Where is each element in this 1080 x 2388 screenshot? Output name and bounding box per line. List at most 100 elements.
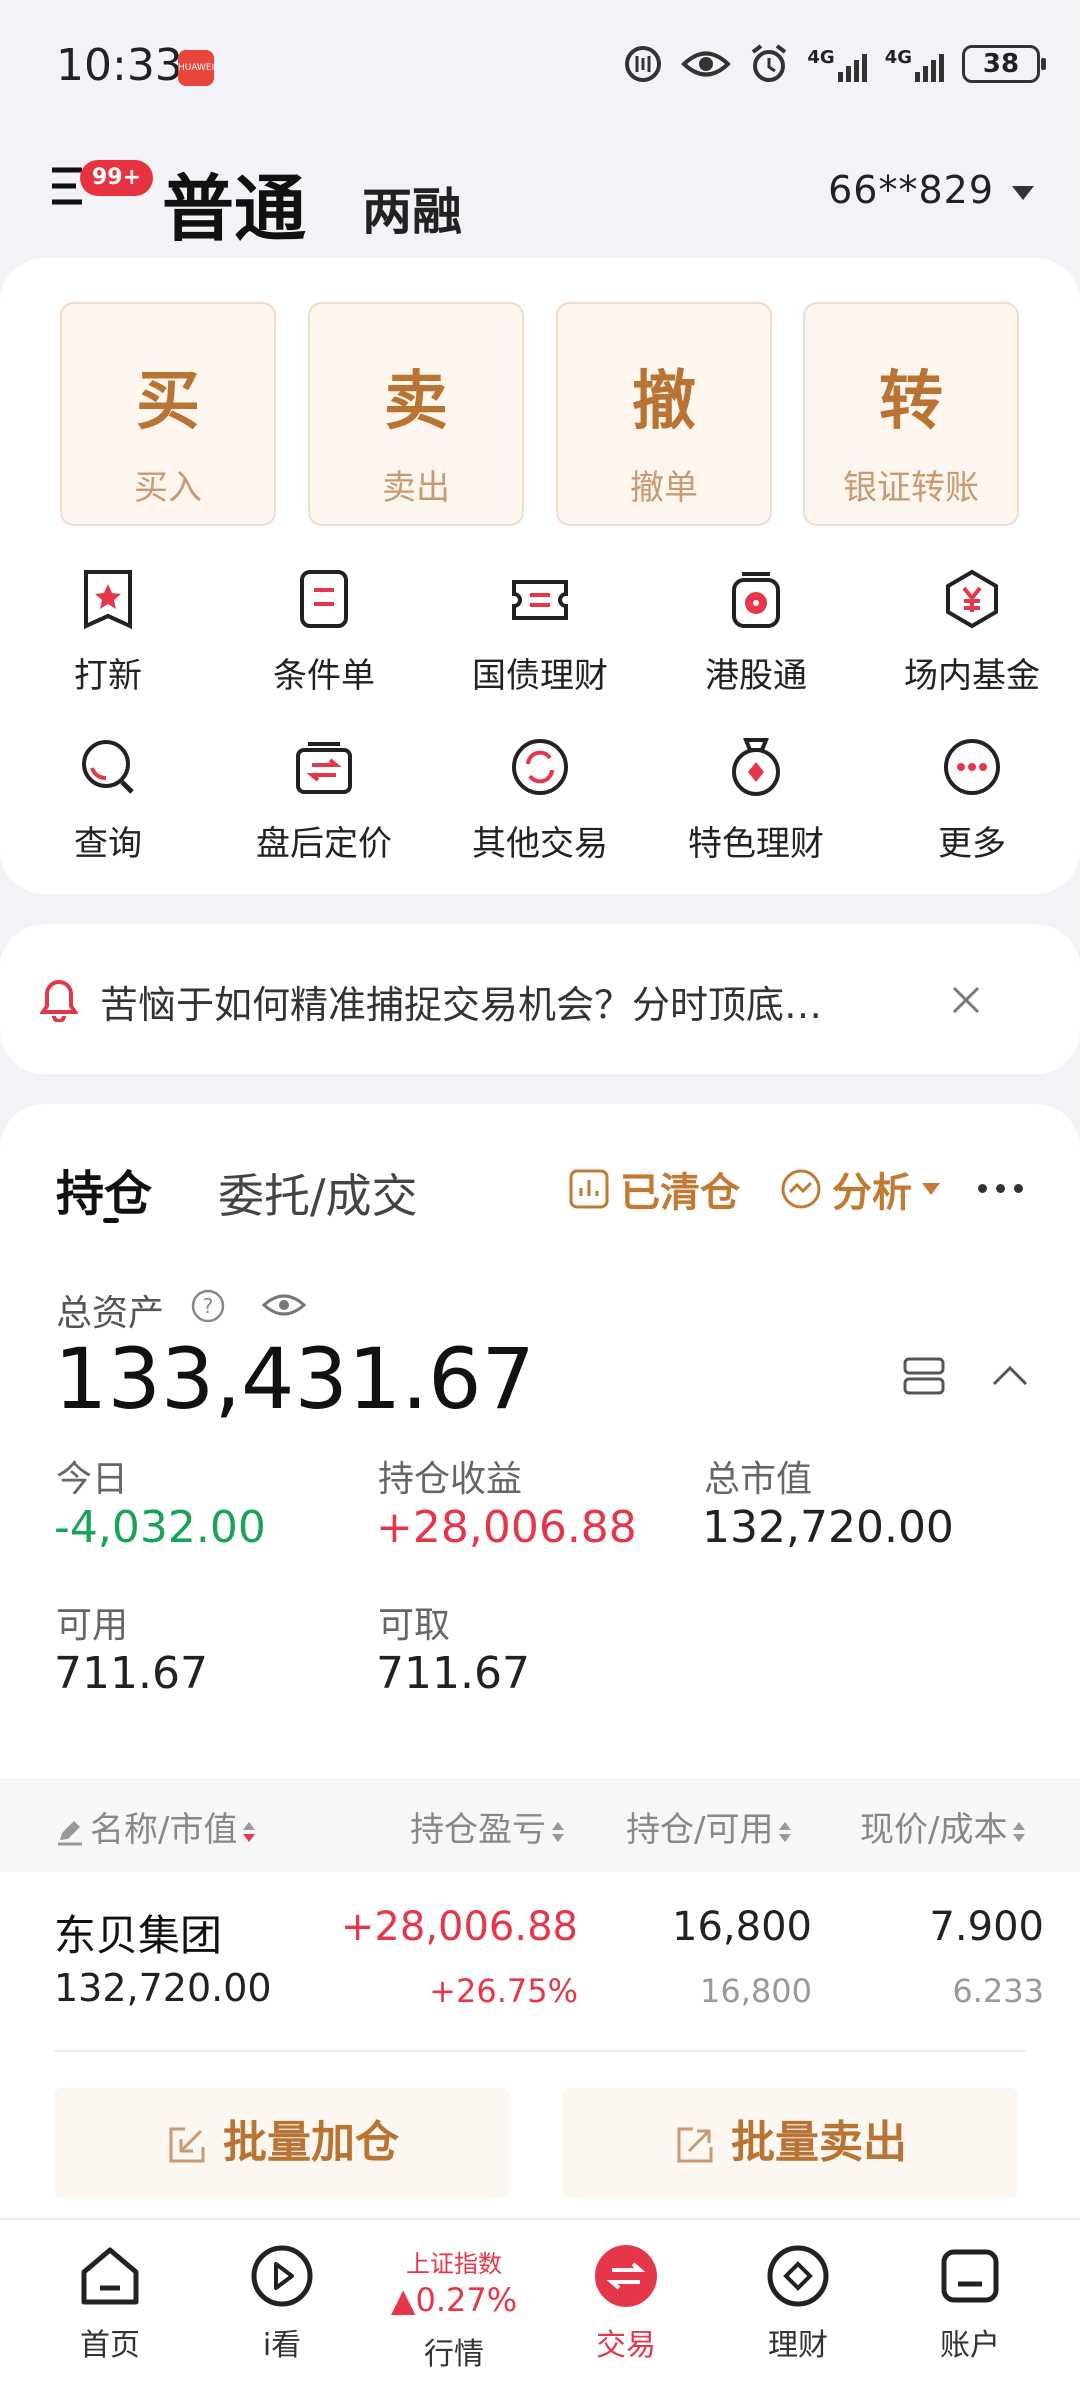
stock-pnl: +28,006.88: [340, 1904, 578, 1950]
grid-label: 国债理财: [472, 656, 608, 696]
refresh-circle-icon: [512, 739, 568, 795]
tab-orders-trades[interactable]: 委托/成交: [218, 1160, 418, 1226]
grid-label: 场内基金: [904, 656, 1040, 696]
grid-label: 更多: [938, 824, 1006, 864]
today-pnl-value: -4,032.00: [54, 1502, 266, 1553]
cancel-main-label: 撤: [632, 365, 696, 439]
grid-label: 其他交易: [472, 824, 608, 864]
buy-button[interactable]: 买买入: [60, 302, 276, 526]
nav-label: 账户: [940, 2328, 1000, 2363]
grid-condition-order[interactable]: 条件单: [224, 568, 424, 697]
th-price-cost[interactable]: 现价/成本: [860, 1802, 1026, 1851]
buy-main-label: 买: [136, 365, 200, 439]
stock-pnl-pct: +26.75%: [429, 1972, 578, 2010]
alarm-icon: [752, 44, 787, 82]
batch-sell-label: 批量卖出: [731, 2117, 907, 2168]
grid-hk-connect[interactable]: 港股通: [656, 568, 856, 697]
sort-icon: [243, 1821, 256, 1842]
nav-home[interactable]: 首页: [30, 2244, 190, 2364]
cancel-sub-label: 撤单: [630, 468, 698, 508]
chevron-up-icon[interactable]: [990, 1364, 1030, 1388]
search-icon: [82, 740, 134, 794]
th-label: 名称/市值: [90, 1810, 238, 1850]
yen-hexagon-icon: [946, 569, 998, 629]
market-value: 132,720.00: [702, 1502, 954, 1553]
play-circle-icon: [251, 2245, 313, 2307]
sell-button[interactable]: 卖卖出: [308, 302, 524, 526]
cleared-label: 已清仓: [620, 1170, 740, 1216]
account-selector[interactable]: 66**829: [828, 168, 1034, 212]
market-value-label: 总市值: [704, 1459, 813, 1500]
analysis-icon: [781, 1169, 821, 1209]
nav-label: 理财: [768, 2328, 828, 2363]
status-time: 10:33: [56, 40, 183, 91]
status-icons: 4G 4G 38: [623, 44, 1046, 84]
grid-ipo[interactable]: 打新: [8, 568, 208, 697]
close-icon[interactable]: [950, 984, 982, 1016]
eye-icon[interactable]: [262, 1290, 306, 1320]
withdrawable-label: 可取: [378, 1605, 451, 1646]
analysis-dropdown[interactable]: 分析: [780, 1160, 940, 1218]
th-label: 现价/成本: [860, 1810, 1008, 1850]
bank-transfer-button[interactable]: 转银证转账: [803, 302, 1019, 526]
batch-add-button[interactable]: 批量加仓: [54, 2088, 510, 2198]
nav-watch[interactable]: i看: [202, 2244, 362, 2364]
th-position[interactable]: 持仓/可用: [626, 1802, 792, 1851]
more-options-icon[interactable]: [978, 1184, 1023, 1193]
svg-text:?: ?: [203, 1294, 214, 1318]
list-view-icon[interactable]: [902, 1356, 946, 1396]
hk-flower-icon: [732, 572, 780, 628]
index-name: 上证指数: [406, 2250, 502, 2278]
grid-after-hours[interactable]: 盘后定价: [224, 736, 424, 865]
sort-icon: [1013, 1821, 1026, 1842]
trade-exchange-icon: [595, 2245, 657, 2307]
grid-other-trade[interactable]: 其他交易: [440, 736, 640, 865]
account-card-icon: [941, 2249, 999, 2303]
nav-label: 首页: [80, 2328, 140, 2363]
th-label: 持仓/可用: [626, 1810, 774, 1850]
tab-holdings[interactable]: 持仓: [56, 1154, 152, 1224]
help-icon[interactable]: ?: [190, 1288, 226, 1324]
grid-exchange-fund[interactable]: 场内基金: [872, 568, 1072, 697]
nav-label: 行情: [424, 2337, 484, 2372]
grid-more[interactable]: 更多: [872, 736, 1072, 865]
nav-label: 交易: [596, 2328, 656, 2363]
condition-doc-icon: [300, 570, 348, 628]
th-name-value[interactable]: 名称/市值: [56, 1802, 256, 1851]
nav-finance[interactable]: 理财: [718, 2244, 878, 2364]
nav-account[interactable]: 账户: [890, 2244, 1050, 2364]
grid-bond[interactable]: 国债理财: [440, 568, 640, 697]
tab-normal-account[interactable]: 普通: [162, 150, 306, 255]
th-pnl[interactable]: 持仓盈亏: [410, 1802, 564, 1851]
sell-main-label: 卖: [384, 365, 448, 439]
stock-cost: 6.233: [952, 1972, 1044, 2010]
nav-market[interactable]: 上证指数 ▲0.27% 行情: [374, 2244, 534, 2373]
network-type-label: 4G: [807, 46, 835, 68]
nav-trade[interactable]: 交易: [546, 2244, 706, 2364]
notice-text[interactable]: 苦恼于如何精准捕捉交易机会？分时顶底…: [100, 974, 822, 1029]
index-change-value: 0.27%: [415, 2281, 518, 2319]
batch-sell-button[interactable]: 批量卖出: [562, 2088, 1018, 2198]
grid-label: 条件单: [273, 656, 375, 696]
grid-label: 港股通: [705, 656, 807, 696]
position-pnl-value: +28,006.88: [376, 1502, 637, 1553]
total-assets-label: 总资产: [56, 1293, 165, 1334]
tab-margin-account[interactable]: 两融: [362, 172, 462, 244]
cancel-order-button[interactable]: 撤撤单: [556, 302, 772, 526]
grid-query[interactable]: 查询: [8, 736, 208, 865]
grid-label: 查询: [74, 824, 142, 864]
triangle-down-icon: [922, 1183, 940, 1195]
grid-label: 盘后定价: [256, 824, 392, 864]
more-dots-icon: [944, 739, 1000, 795]
stock-available: 16,800: [700, 1972, 812, 2010]
grid-featured-finance[interactable]: 特色理财: [656, 736, 856, 865]
huawei-app-badge: HUAWEI: [178, 50, 214, 86]
star-badge-icon: [84, 570, 132, 630]
sell-sub-label: 卖出: [382, 468, 450, 508]
network-4g-2: 4G: [885, 47, 944, 82]
eye-icon: [681, 51, 732, 77]
cleared-positions-link[interactable]: 已清仓: [568, 1160, 740, 1218]
sort-icon: [779, 1821, 792, 1842]
available-label: 可用: [56, 1605, 129, 1646]
batch-sell-icon: [677, 2127, 713, 2163]
